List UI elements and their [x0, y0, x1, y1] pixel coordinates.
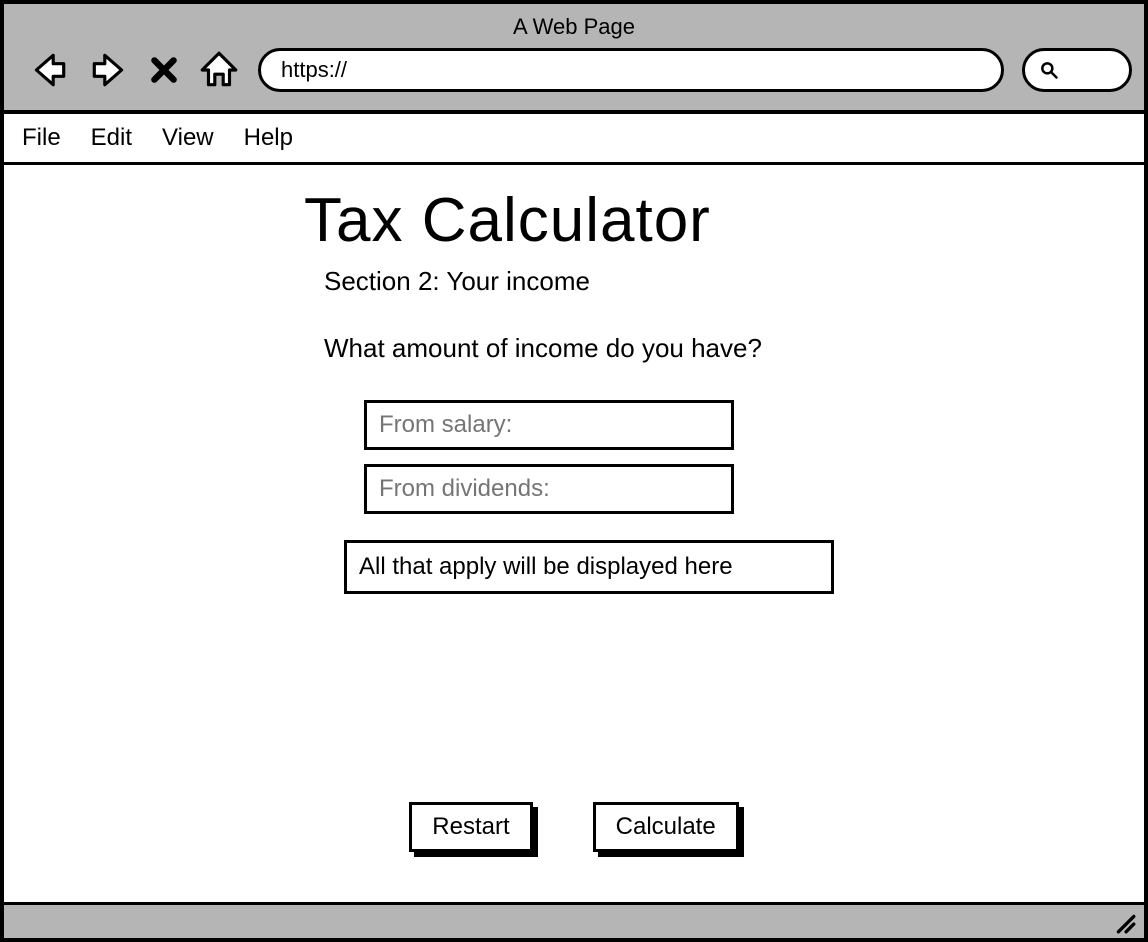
page-content: Tax Calculator Section 2: Your income Wh… [4, 165, 1144, 902]
resize-grip-icon[interactable] [1114, 912, 1136, 934]
browser-toolbar: https:// [16, 48, 1132, 92]
menu-file[interactable]: File [22, 124, 61, 152]
salary-input[interactable] [364, 400, 734, 450]
page-title: Tax Calculator [304, 185, 1004, 256]
search-icon [1039, 60, 1059, 80]
status-bar [4, 902, 1144, 938]
restart-button[interactable]: Restart [409, 802, 532, 852]
action-buttons: Restart Calculate [4, 802, 1144, 852]
section-title: Section 2: Your income [324, 266, 1004, 297]
menu-edit[interactable]: Edit [91, 124, 132, 152]
menu-help[interactable]: Help [244, 124, 293, 152]
forward-arrow-icon[interactable] [88, 49, 130, 91]
browser-window: A Web Page https:// [0, 0, 1148, 942]
browser-title: A Web Page [16, 10, 1132, 48]
home-icon[interactable] [198, 49, 240, 91]
search-button[interactable] [1022, 48, 1132, 92]
result-display: All that apply will be displayed here [344, 540, 834, 594]
nav-icon-group [16, 49, 240, 91]
stop-x-icon[interactable] [148, 54, 180, 86]
browser-chrome: A Web Page https:// [4, 4, 1144, 114]
question-text: What amount of income do you have? [324, 333, 1004, 364]
menubar: File Edit View Help [4, 114, 1144, 165]
address-bar[interactable]: https:// [258, 48, 1004, 92]
calculate-button[interactable]: Calculate [593, 802, 739, 852]
income-fields [364, 400, 1004, 514]
menu-view[interactable]: View [162, 124, 214, 152]
dividends-input[interactable] [364, 464, 734, 514]
address-bar-text: https:// [281, 57, 347, 83]
back-arrow-icon[interactable] [28, 49, 70, 91]
